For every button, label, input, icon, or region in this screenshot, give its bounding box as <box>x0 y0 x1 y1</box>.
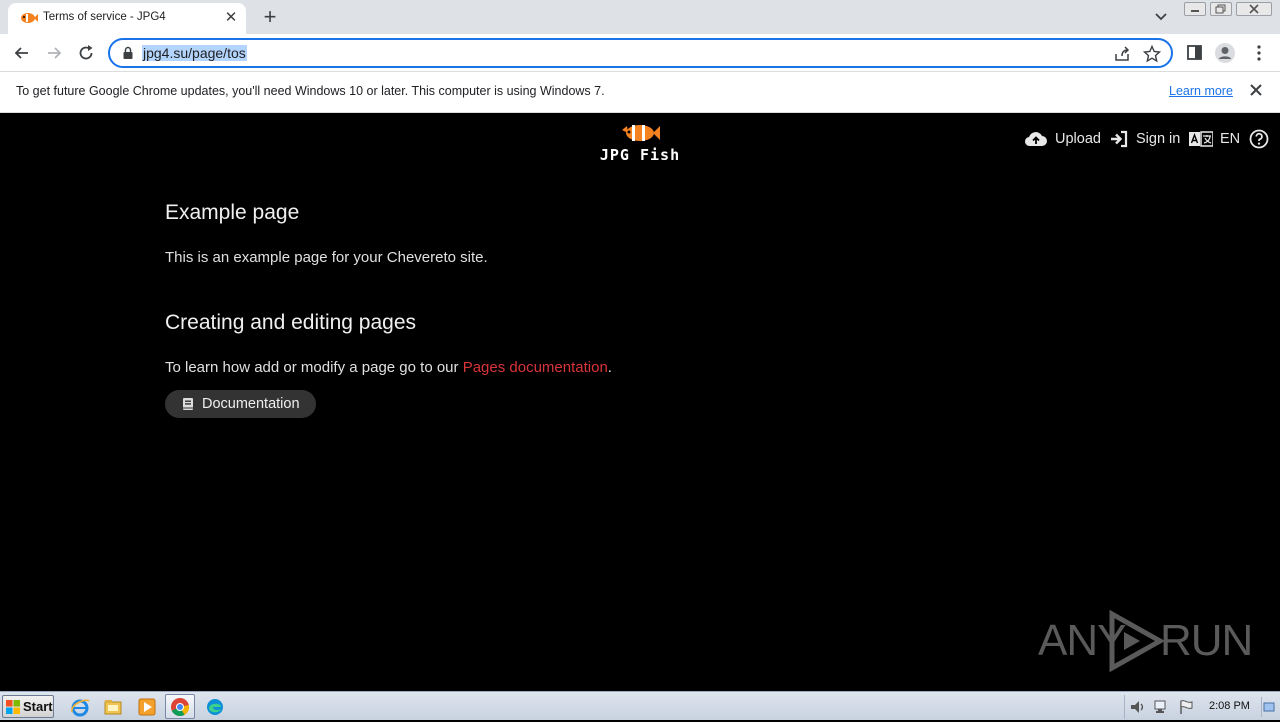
system-tray: 2:08 PM <box>1124 695 1278 719</box>
window-restore-button[interactable] <box>1210 2 1232 16</box>
infobar-message: To get future Google Chrome updates, you… <box>16 84 605 98</box>
window-minimize-button[interactable] <box>1184 2 1206 16</box>
start-label: Start <box>23 699 53 714</box>
sign-in-label: Sign in <box>1136 131 1181 147</box>
share-icon[interactable] <box>1113 45 1131 63</box>
help-icon <box>1249 129 1269 149</box>
docs-paragraph-text: To learn how add or modify a page go to … <box>165 359 463 376</box>
sign-in-nav-item[interactable]: Sign in <box>1109 129 1180 149</box>
sign-in-icon <box>1111 130 1128 148</box>
show-desktop-button[interactable] <box>1261 697 1275 717</box>
update-infobar: To get future Google Chrome updates, you… <box>0 71 1280 113</box>
lock-icon[interactable] <box>122 46 134 60</box>
language-icon <box>1189 131 1213 147</box>
edge-icon[interactable] <box>204 696 226 718</box>
docs-paragraph: To learn how add or modify a page go to … <box>165 359 612 376</box>
address-bar[interactable]: jpg4.su/page/tos <box>108 38 1173 68</box>
profile-avatar-icon[interactable] <box>1214 42 1236 64</box>
browser-toolbar: jpg4.su/page/tos <box>0 34 1280 71</box>
tab-title: Terms of service - JPG4 <box>43 11 166 23</box>
docs-paragraph-period: . <box>607 359 612 376</box>
windows-taskbar: Start 2:08 PM <box>0 691 1280 720</box>
reload-icon <box>79 45 93 60</box>
tab-close-icon[interactable]: ✕ <box>222 9 240 27</box>
page-viewport: JPG Fish Upload Sign in EN Example page … <box>0 113 1280 691</box>
fish-favicon-icon <box>21 13 38 23</box>
learn-more-link[interactable]: Learn more <box>1169 84 1233 98</box>
bookmark-star-icon[interactable] <box>1143 45 1161 63</box>
documentation-label: Documentation <box>202 396 300 412</box>
language-label: EN <box>1220 131 1241 147</box>
chrome-taskbar-button[interactable] <box>165 694 195 719</box>
documentation-button[interactable]: Documentation <box>165 390 316 418</box>
action-center-flag-icon[interactable] <box>1177 699 1195 715</box>
watermark-run: RUN <box>1160 616 1253 665</box>
upload-nav-item[interactable]: Upload <box>1024 129 1101 149</box>
url-text[interactable]: jpg4.su/page/tos <box>142 45 247 61</box>
language-selector[interactable]: EN <box>1189 129 1240 149</box>
new-tab-button[interactable]: + <box>258 6 282 28</box>
media-player-icon[interactable] <box>136 696 158 718</box>
window-close-button[interactable] <box>1236 2 1272 16</box>
book-icon <box>183 398 193 410</box>
back-button[interactable] <box>9 40 35 66</box>
show-desktop-icon <box>1263 702 1275 712</box>
logo-text: JPG Fish <box>599 146 681 164</box>
tab-strip: Terms of service - JPG4 ✕ + <box>0 0 1280 34</box>
browser-tab-active[interactable]: Terms of service - JPG4 ✕ <box>8 3 246 34</box>
cloud-upload-icon <box>1024 132 1047 147</box>
more-menu-icon[interactable] <box>1248 42 1270 64</box>
reload-button[interactable] <box>73 40 99 66</box>
example-paragraph: This is an example page for your Chevere… <box>165 249 488 266</box>
heading-example-page: Example page <box>165 201 300 224</box>
file-explorer-icon[interactable] <box>102 696 124 718</box>
anyrun-watermark: ANY RUN <box>1038 608 1253 674</box>
pages-documentation-link[interactable]: Pages documentation <box>463 359 608 376</box>
upload-label: Upload <box>1055 131 1101 147</box>
chrome-icon <box>171 698 190 717</box>
tab-search-chevron-icon[interactable] <box>1151 8 1171 26</box>
infobar-close-icon[interactable] <box>1248 82 1264 98</box>
help-nav-item[interactable] <box>1249 129 1276 149</box>
site-logo[interactable]: JPG Fish <box>590 119 690 165</box>
back-arrow-icon <box>14 47 28 59</box>
internet-explorer-icon[interactable] <box>69 696 91 718</box>
start-button[interactable]: Start <box>2 695 54 718</box>
clownfish-logo-icon <box>622 125 660 141</box>
forward-button[interactable] <box>41 40 67 66</box>
side-panel-icon[interactable] <box>1184 42 1206 64</box>
network-icon[interactable] <box>1153 699 1171 715</box>
volume-icon[interactable] <box>1129 699 1147 715</box>
taskbar-clock[interactable]: 2:08 PM <box>1209 700 1250 712</box>
forward-arrow-icon <box>48 47 62 59</box>
play-triangle-icon <box>1109 610 1166 672</box>
windows-logo-icon <box>6 699 20 714</box>
heading-creating-pages: Creating and editing pages <box>165 311 417 334</box>
